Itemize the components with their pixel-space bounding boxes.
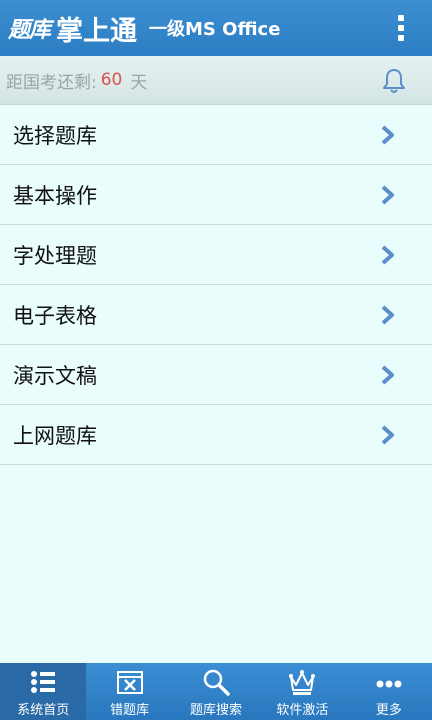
more-dots-icon — [376, 680, 402, 688]
crown-icon — [289, 670, 316, 695]
menu-item-label: 电子表格 — [13, 303, 97, 328]
nav-label: 软件激活 — [276, 703, 329, 718]
countdown-days: 60 — [100, 70, 123, 90]
countdown-unit: 天 — [130, 72, 148, 93]
chevron-right-icon — [381, 365, 394, 385]
chevron-right-icon — [381, 425, 394, 445]
menu-item-presentation[interactable]: 演示文稿 — [0, 345, 432, 405]
menu-item-internet-questions[interactable]: 上网题库 — [0, 405, 432, 465]
nav-item-home[interactable]: 系统首页 — [0, 663, 87, 720]
bottom-navigation-bar: 系统首页 错题库 题库搜索 软件激活 更多 — [0, 663, 432, 720]
menu-item-spreadsheet[interactable]: 电子表格 — [0, 285, 432, 345]
list-icon — [31, 671, 56, 693]
nav-label: 题库搜索 — [190, 703, 243, 718]
chevron-right-icon — [381, 305, 394, 325]
exam-countdown-bar: 距国考还剩: 60 天 — [0, 56, 432, 105]
more-vertical-icon[interactable] — [398, 15, 404, 41]
menu-item-label: 字处理题 — [13, 243, 97, 268]
menu-item-label: 基本操作 — [13, 183, 97, 208]
logo-script-text: 题库 — [8, 17, 51, 43]
chevron-right-icon — [381, 245, 394, 265]
nav-label: 错题库 — [110, 703, 150, 718]
main-menu-list: 选择题库 基本操作 字处理题 电子表格 演示文稿 上网题库 — [0, 105, 432, 465]
menu-item-choice-questions[interactable]: 选择题库 — [0, 105, 432, 165]
chevron-right-icon — [381, 125, 394, 145]
chevron-right-icon — [381, 185, 394, 205]
menu-item-label: 演示文稿 — [13, 363, 97, 388]
nav-item-software-activation[interactable]: 软件激活 — [259, 663, 345, 720]
header-subtitle: 一级MS Office — [149, 19, 281, 40]
nav-item-question-search[interactable]: 题库搜索 — [173, 663, 259, 720]
app-header: 题库 掌上通 一级MS Office — [0, 0, 432, 56]
menu-item-basic-operations[interactable]: 基本操作 — [0, 165, 432, 225]
search-icon — [203, 669, 230, 696]
countdown-label: 距国考还剩: — [6, 72, 97, 93]
menu-item-label: 选择题库 — [13, 123, 97, 148]
logo-main-text: 掌上通 — [56, 15, 138, 47]
wrong-answers-icon — [116, 671, 143, 694]
menu-item-label: 上网题库 — [13, 423, 97, 448]
menu-item-word-processing[interactable]: 字处理题 — [0, 225, 432, 285]
nav-item-more[interactable]: 更多 — [346, 663, 432, 720]
nav-label: 系统首页 — [17, 703, 70, 718]
bell-icon[interactable] — [380, 67, 408, 95]
nav-label: 更多 — [375, 703, 402, 718]
nav-item-wrong-answers[interactable]: 错题库 — [86, 663, 172, 720]
